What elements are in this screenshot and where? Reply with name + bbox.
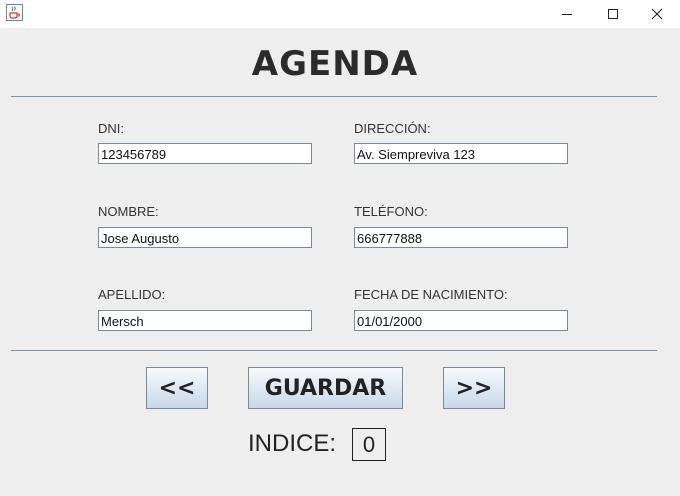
dni-field[interactable] — [98, 143, 312, 164]
fecha-nacimiento-label: FECHA DE NACIMIENTO: — [354, 287, 508, 302]
top-separator — [11, 96, 657, 97]
telefono-field[interactable] — [354, 227, 568, 248]
title-bar[interactable] — [0, 0, 680, 28]
java-cup-icon[interactable] — [6, 4, 23, 21]
apellido-field[interactable] — [98, 310, 312, 331]
bottom-separator — [11, 350, 657, 351]
nombre-label: NOMBRE: — [98, 204, 159, 219]
page-title: AGENDA — [251, 44, 419, 84]
previous-button[interactable]: << — [146, 367, 208, 409]
agenda-window: AGENDA DNI: DIRECCIÓN: NOMBRE: TELÉFONO:… — [0, 0, 680, 496]
next-button[interactable]: >> — [443, 367, 505, 409]
nombre-field[interactable] — [98, 227, 312, 248]
telefono-label: TELÉFONO: — [354, 204, 428, 219]
direccion-field[interactable] — [354, 143, 568, 164]
fecha-nacimiento-field[interactable] — [354, 310, 568, 331]
close-button[interactable] — [634, 0, 680, 28]
minimize-icon — [562, 14, 572, 15]
maximize-button[interactable] — [590, 0, 636, 28]
indice-value: 0 — [352, 428, 386, 461]
maximize-icon — [608, 9, 618, 19]
direccion-label: DIRECCIÓN: — [354, 121, 431, 136]
indice-label: INDICE: — [248, 430, 337, 457]
apellido-label: APELLIDO: — [98, 287, 166, 302]
dni-label: DNI: — [98, 121, 124, 136]
save-button[interactable]: GUARDAR — [248, 367, 403, 409]
minimize-button[interactable] — [544, 0, 590, 28]
close-icon — [651, 8, 663, 20]
